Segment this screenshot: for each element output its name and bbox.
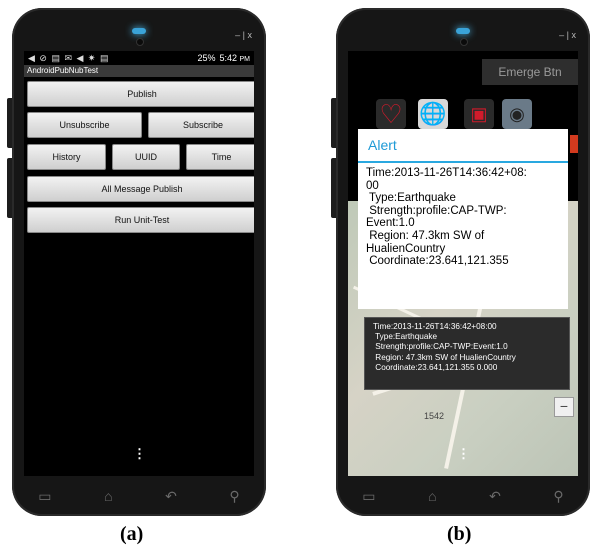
caption-a: (a) — [120, 523, 144, 545]
notification-led — [456, 28, 470, 34]
heart-app-icon[interactable]: ♡ — [376, 99, 406, 129]
emerge-button[interactable]: Emerge Btn — [482, 59, 578, 85]
back-icon[interactable]: ↶ — [165, 488, 177, 505]
side-button — [7, 98, 12, 148]
overflow-menu-icon[interactable]: ⋮ — [133, 447, 146, 460]
screen: Emerge Btn ♡ 🌐 ▣ ◉ 1542 − Alert Time:201… — [348, 51, 578, 476]
subscribe-button[interactable]: Subscribe — [148, 112, 254, 138]
battery-level: 25% — [197, 53, 216, 63]
recent-apps-icon[interactable]: ▭ — [362, 488, 375, 505]
publish-button[interactable]: Publish — [27, 81, 254, 107]
overflow-menu-icon[interactable]: ⋮ — [457, 447, 470, 460]
back-icon[interactable]: ↶ — [489, 488, 501, 505]
alert-line: Region: 47.3km SW of — [366, 229, 485, 242]
screen: ◀ ⊘ ▤ ✉ ◀ ✷ ▤ 25% 5:42 PM AndroidPubNubT… — [24, 51, 254, 476]
alert-line: Event:1.0 — [366, 217, 415, 230]
app-title: AndroidPubNubTest — [24, 65, 254, 77]
alert-line: 00 — [366, 179, 379, 192]
side-button — [7, 158, 12, 218]
toast-line: Type:Earthquake — [373, 332, 438, 342]
globe-app-icon[interactable]: 🌐 — [418, 99, 448, 129]
caption-b: (b) — [447, 523, 472, 545]
toast-line: Coordinate:23.641,121.355 0.000 — [373, 362, 498, 372]
alert-message: Time:2013-11-26T14:36:42+08: 00 Type:Ear… — [358, 163, 568, 272]
speaker-app-icon[interactable]: ◉ — [502, 99, 532, 129]
home-icon[interactable]: ⌂ — [428, 488, 436, 504]
alert-line: HualienCountry — [366, 242, 446, 255]
side-button — [331, 98, 336, 148]
navigation-bar: ▭ ⌂ ↶ ⚲ — [12, 476, 266, 516]
search-icon[interactable]: ⚲ — [553, 488, 563, 505]
recent-apps-icon[interactable]: ▭ — [38, 488, 51, 505]
run-unit-test-button[interactable]: Run Unit-Test — [27, 207, 254, 233]
navigation-bar: ▭ ⌂ ↶ ⚲ — [336, 476, 590, 516]
all-message-publish-button[interactable]: All Message Publish — [27, 176, 254, 202]
alert-line: Coordinate:23.641,121.355 — [366, 255, 509, 268]
toast-line: Region: 47.3km SW of HualienCountry — [373, 352, 516, 362]
toast-line: Time:2013-11-26T14:36:42+08:00 — [373, 322, 497, 331]
zoom-out-button[interactable]: − — [554, 397, 574, 417]
phone-b: – | x Emerge Btn ♡ 🌐 ▣ ◉ 1542 − Alert Ti… — [331, 8, 590, 516]
side-button — [331, 158, 336, 218]
clock: 5:42 PM — [219, 53, 250, 63]
alert-dialog: Alert Time:2013-11-26T14:36:42+08: 00 Ty… — [358, 129, 568, 309]
unsubscribe-button[interactable]: Unsubscribe — [27, 112, 142, 138]
status-bar: ◀ ⊘ ▤ ✉ ◀ ✷ ▤ 25% 5:42 PM — [24, 51, 254, 65]
phone-a: – | x ◀ ⊘ ▤ ✉ ◀ ✷ ▤ 25% 5:42 PM AndroidP… — [7, 8, 266, 516]
map-label: 1542 — [424, 411, 445, 421]
alarm-app-icon[interactable]: ▣ — [464, 99, 494, 129]
toast-line: Strength:profile:CAP-TWP:Event:1.0 — [373, 342, 508, 352]
window-controls[interactable]: – | x — [559, 30, 576, 40]
alert-line: Time:2013-11-26T14:36:42+08: — [366, 167, 527, 179]
alert-line: Strength:profile:CAP-TWP: — [366, 204, 507, 217]
history-button[interactable]: History — [27, 144, 106, 170]
front-camera — [136, 38, 144, 46]
notification-led — [132, 28, 146, 34]
home-icon[interactable]: ⌂ — [104, 488, 112, 504]
alert-title: Alert — [358, 129, 568, 163]
toast-message: Time:2013-11-26T14:36:42+08:00 Type:Eart… — [364, 317, 570, 390]
red-indicator — [570, 135, 578, 153]
front-camera — [460, 38, 468, 46]
time-button[interactable]: Time — [186, 144, 254, 170]
alert-line: Type:Earthquake — [366, 192, 456, 205]
status-icons: ◀ ⊘ ▤ ✉ ◀ ✷ ▤ — [28, 52, 110, 63]
window-controls[interactable]: – | x — [235, 30, 252, 40]
search-icon[interactable]: ⚲ — [229, 488, 239, 505]
uuid-button[interactable]: UUID — [112, 144, 180, 170]
